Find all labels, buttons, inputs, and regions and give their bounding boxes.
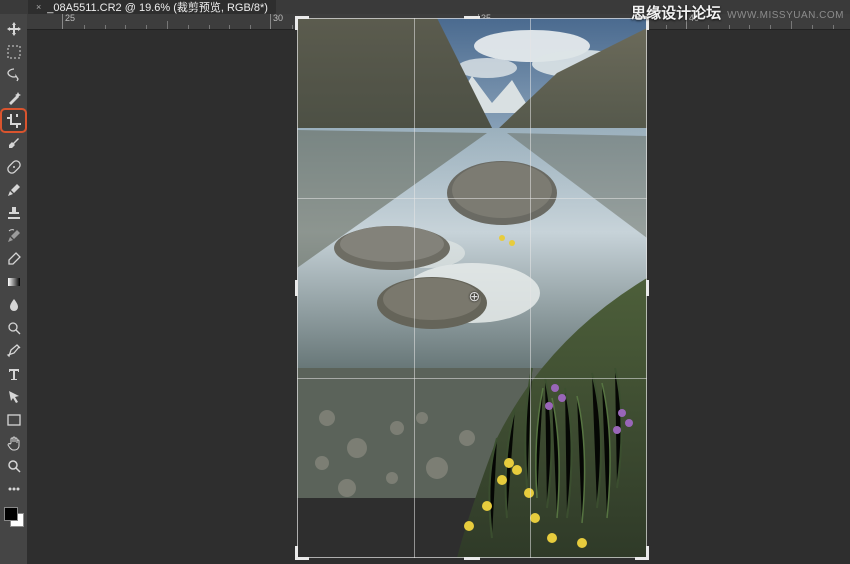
path-select-tool[interactable] bbox=[2, 386, 25, 407]
drop-icon bbox=[6, 297, 22, 313]
watermark: 思缘设计论坛 WWW.MISSYUAN.COM bbox=[631, 2, 844, 23]
arrow-icon bbox=[6, 389, 22, 405]
zoom-icon bbox=[6, 458, 22, 474]
blur-tool[interactable] bbox=[2, 294, 25, 315]
brush-icon bbox=[6, 182, 22, 198]
crop-icon bbox=[6, 113, 22, 129]
lollipop-icon bbox=[6, 320, 22, 336]
edit-toolbar[interactable] bbox=[2, 478, 25, 499]
ruler-label: 30 bbox=[273, 14, 283, 23]
color-swatches[interactable] bbox=[4, 507, 24, 527]
zoom-tool[interactable] bbox=[2, 455, 25, 476]
type-tool[interactable] bbox=[2, 363, 25, 384]
eyedropper-icon bbox=[6, 136, 22, 152]
watermark-text: 思缘设计论坛 bbox=[631, 2, 721, 23]
eraser-icon bbox=[6, 251, 22, 267]
ruler-segment: 25 bbox=[62, 14, 270, 29]
dots-icon bbox=[6, 481, 22, 497]
document-image[interactable]: ⊕ bbox=[297, 18, 647, 558]
history-icon bbox=[6, 228, 22, 244]
canvas-area[interactable]: ⊕ bbox=[27, 30, 850, 564]
gradient-icon bbox=[6, 274, 22, 290]
watermark-url: WWW.MISSYUAN.COM bbox=[727, 10, 844, 21]
wand-icon bbox=[6, 90, 22, 106]
move-tool[interactable] bbox=[2, 18, 25, 39]
dodge-tool[interactable] bbox=[2, 317, 25, 338]
lasso-icon bbox=[6, 67, 22, 83]
history-brush-tool[interactable] bbox=[2, 225, 25, 246]
hand-tool[interactable] bbox=[2, 432, 25, 453]
landscape-photo bbox=[297, 18, 647, 558]
eyedropper-tool[interactable] bbox=[2, 133, 25, 154]
clone-stamp-tool[interactable] bbox=[2, 202, 25, 223]
healing-brush-tool[interactable] bbox=[2, 156, 25, 177]
pen-tool[interactable] bbox=[2, 340, 25, 361]
pen-icon bbox=[6, 343, 22, 359]
toolbox bbox=[0, 14, 27, 564]
foreground-color-swatch[interactable] bbox=[4, 507, 18, 521]
rect-icon bbox=[6, 412, 22, 428]
eraser-tool[interactable] bbox=[2, 248, 25, 269]
marquee-tool[interactable] bbox=[2, 41, 25, 62]
ruler-label: 25 bbox=[65, 14, 75, 23]
document-title: _08A5511.CR2 @ 19.6% (裁剪预览, RGB/8*) bbox=[47, 0, 268, 15]
marquee-icon bbox=[6, 44, 22, 60]
brush-tool[interactable] bbox=[2, 179, 25, 200]
lasso-tool[interactable] bbox=[2, 64, 25, 85]
rectangle-tool[interactable] bbox=[2, 409, 25, 430]
move-icon bbox=[6, 21, 22, 37]
close-icon[interactable]: × bbox=[36, 2, 41, 12]
gradient-tool[interactable] bbox=[2, 271, 25, 292]
magic-wand-tool[interactable] bbox=[2, 87, 25, 108]
bandage-icon bbox=[6, 159, 22, 175]
type-icon bbox=[6, 366, 22, 382]
stamp-icon bbox=[6, 205, 22, 221]
document-tab[interactable]: × _08A5511.CR2 @ 19.6% (裁剪预览, RGB/8*) bbox=[28, 0, 276, 14]
crop-tool[interactable] bbox=[2, 110, 25, 131]
hand-icon bbox=[6, 435, 22, 451]
